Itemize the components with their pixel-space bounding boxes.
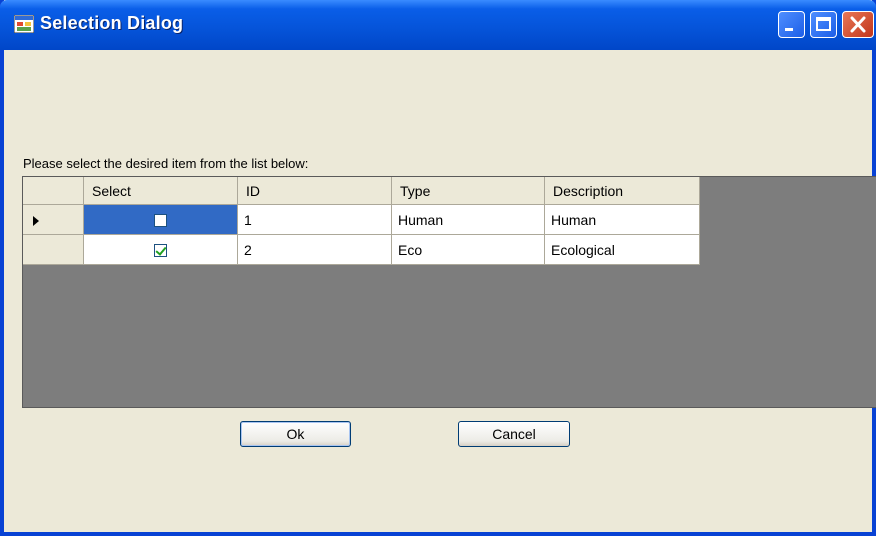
instruction-label: Please select the desired item from the … [23,156,309,171]
maximize-icon [816,17,831,31]
id-cell[interactable]: 1 [237,204,392,235]
description-cell[interactable]: Human [544,204,700,235]
type-cell[interactable]: Human [391,204,545,235]
window-title: Selection Dialog [40,13,184,33]
maximize-button[interactable] [810,11,837,38]
close-button[interactable] [842,11,874,38]
column-header-description[interactable]: Description [544,177,700,205]
minimize-button[interactable] [778,11,805,38]
row-header[interactable] [23,204,84,235]
cancel-button[interactable]: Cancel [458,421,570,447]
type-cell[interactable]: Eco [391,234,545,265]
ok-button[interactable]: Ok [240,421,351,447]
column-header-type[interactable]: Type [391,177,545,205]
header-row: Select ID Type Description [23,177,700,205]
grid-table: Select ID Type Description 1 Human Human [23,177,700,265]
select-checkbox[interactable] [154,214,167,228]
row-header-corner [23,177,84,205]
app-form-icon [14,15,34,33]
row-header[interactable] [23,234,84,265]
current-row-arrow-icon [33,215,39,226]
minimize-icon [785,28,793,31]
title-bar[interactable]: Selection Dialog [0,0,876,50]
column-header-select[interactable]: Select [83,177,238,205]
table-row[interactable]: 1 Human Human [23,204,700,235]
close-icon [850,16,866,33]
selection-grid[interactable]: Select ID Type Description 1 Human Human [22,176,876,408]
column-header-id[interactable]: ID [237,177,392,205]
id-cell[interactable]: 2 [237,234,392,265]
select-checkbox[interactable] [154,244,167,258]
select-cell[interactable] [83,204,238,235]
select-cell[interactable] [83,234,238,265]
selection-dialog-window: Selection Dialog Please select the desir… [0,0,876,536]
table-row[interactable]: 2 Eco Ecological [23,234,700,265]
description-cell[interactable]: Ecological [544,234,700,265]
